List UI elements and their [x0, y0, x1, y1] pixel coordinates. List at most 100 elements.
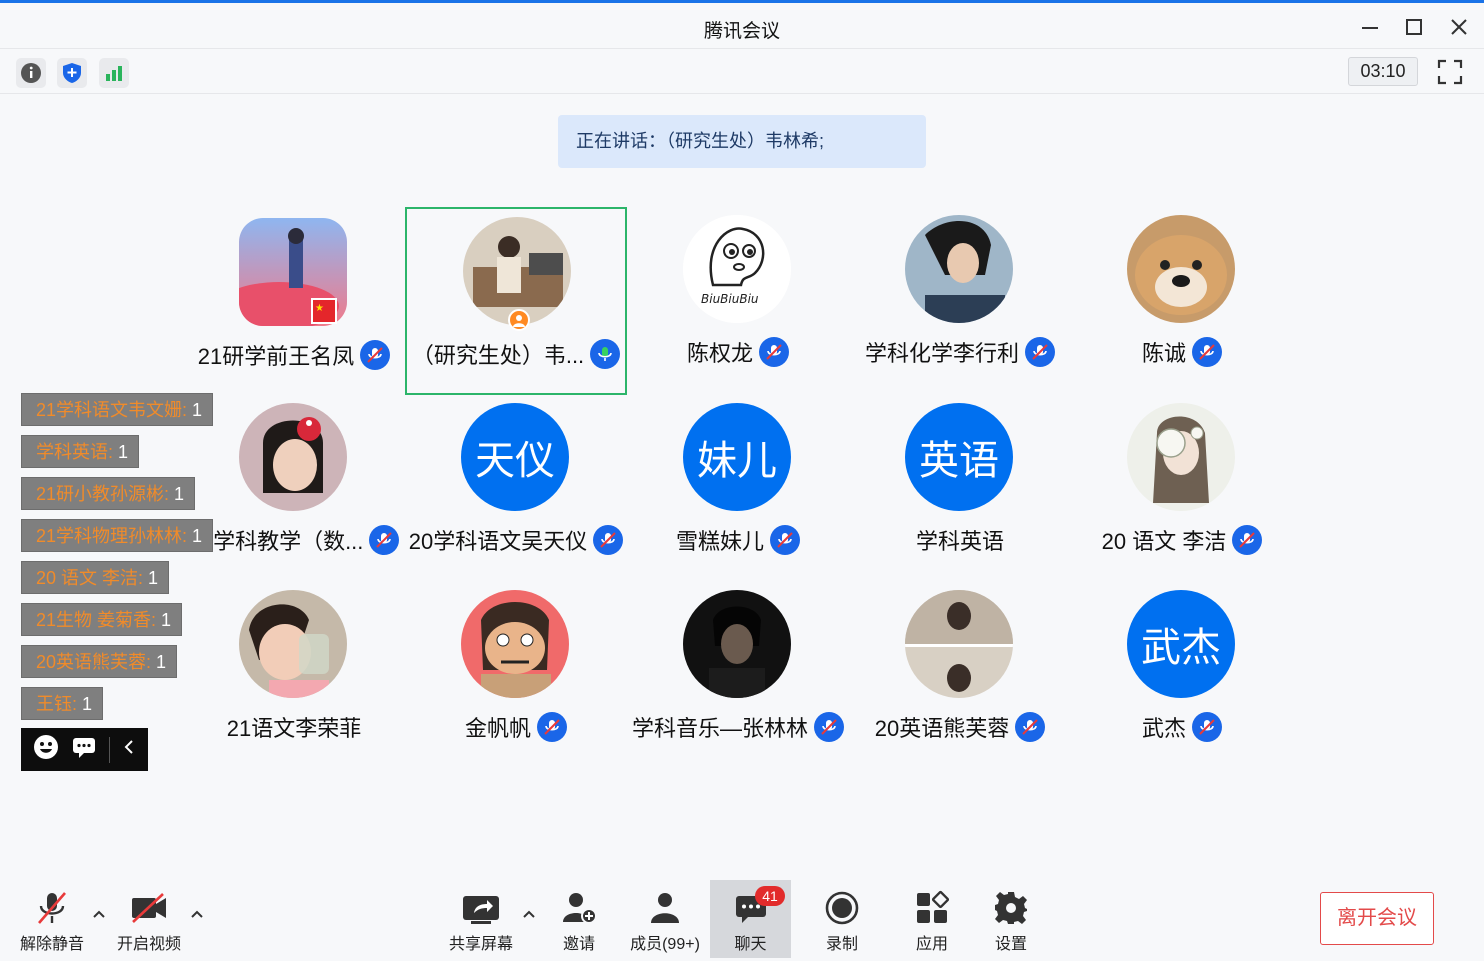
emoji-button[interactable]	[33, 734, 59, 765]
mic-muted-icon	[759, 337, 789, 367]
participant-name: 学科化学李行利	[864, 341, 1019, 366]
participant-name: 21研学前王名凤	[197, 344, 355, 369]
maximize-button[interactable]	[1400, 13, 1428, 41]
apps-button[interactable]: 应用	[906, 880, 958, 958]
title-bar: 腾讯会议	[0, 3, 1484, 49]
avatar-cartoon-icon: BiuBiuBiu	[683, 215, 791, 323]
mic-muted-icon	[770, 525, 800, 555]
chevron-up-icon	[191, 910, 203, 918]
chat-tag[interactable]: 王钰: 1	[21, 687, 104, 720]
maximize-icon	[1406, 19, 1422, 35]
participant-tile[interactable]: 陈诚	[1071, 207, 1293, 395]
avatar-photo-icon	[1127, 403, 1235, 511]
avatar	[905, 590, 1013, 698]
members-button[interactable]: 成员(99+)	[624, 880, 706, 958]
participant-tile[interactable]: 学科化学李行利	[849, 207, 1071, 395]
participant-tile[interactable]: 英语 学科英语	[849, 395, 1071, 583]
gear-icon	[995, 892, 1027, 924]
speaking-banner: 正在讲话：（研究生处）韦林希;	[558, 115, 926, 168]
chat-tag[interactable]: 21学科语文韦文姗: 1	[21, 393, 214, 426]
country-flag-icon: ★	[311, 298, 337, 324]
avatar-initials: 天仪	[461, 403, 569, 511]
add-user-icon	[563, 893, 597, 924]
participant-tile-active-speaker[interactable]: （研究生处）韦...	[405, 207, 627, 395]
chat-tag[interactable]: 20英语熊芙蓉: 1	[21, 645, 178, 678]
avatar	[239, 590, 347, 698]
chat-tag[interactable]: 学科英语: 1	[21, 435, 140, 468]
divider	[109, 736, 110, 763]
avatar-photo-icon	[905, 590, 1013, 698]
participant-tile[interactable]: 金帆帆	[405, 582, 627, 770]
close-button[interactable]	[1445, 13, 1473, 41]
mic-muted-icon	[1192, 337, 1222, 367]
avatar-cartoon-icon	[461, 590, 569, 698]
share-screen-button[interactable]: 共享屏幕	[444, 880, 518, 958]
unmute-button[interactable]: 解除静音	[16, 880, 88, 958]
chat-tag[interactable]: 20 语文 李洁: 1	[21, 561, 170, 594]
settings-button[interactable]: 设置	[985, 880, 1037, 958]
avatar: BiuBiuBiu	[683, 215, 791, 323]
avatar-initials: 英语	[905, 403, 1013, 511]
chat-danmu-controls	[21, 728, 148, 771]
signal-icon	[106, 66, 122, 81]
svg-text:BiuBiuBiu: BiuBiuBiu	[701, 292, 759, 306]
mic-muted-icon	[1192, 712, 1222, 742]
participant-tile[interactable]: 21学科教学（数...	[183, 395, 405, 583]
record-button[interactable]: 录制	[815, 880, 869, 958]
participant-name: 陈诚	[1141, 341, 1186, 366]
fullscreen-button[interactable]	[1436, 58, 1464, 86]
leave-meeting-button[interactable]: 离开会议	[1320, 892, 1434, 945]
chat-bubble-icon	[73, 738, 95, 758]
chevron-up-icon	[523, 910, 535, 918]
chat-tag[interactable]: 21研小教孙源彬: 1	[21, 477, 196, 510]
minimize-button[interactable]	[1356, 13, 1384, 41]
participant-tile[interactable]: 妹儿 雪糕妹儿	[627, 395, 849, 583]
fullscreen-icon	[1437, 59, 1463, 85]
host-badge-icon	[508, 309, 530, 331]
avatar-photo-icon	[239, 403, 347, 511]
participant-tile[interactable]: 20英语熊芙蓉	[849, 582, 1071, 770]
participant-name: （研究生处）韦...	[411, 343, 585, 368]
participant-tile[interactable]: 21语文李荣菲	[183, 582, 405, 770]
audio-options-caret[interactable]	[92, 906, 106, 924]
avatar-photo-icon	[239, 590, 347, 698]
record-icon	[825, 891, 859, 925]
invite-button[interactable]: 邀请	[553, 880, 605, 958]
camera-off-icon	[132, 893, 166, 923]
avatar	[461, 590, 569, 698]
emoji-icon	[34, 735, 58, 759]
share-screen-icon	[463, 896, 499, 924]
avatar	[1127, 403, 1235, 511]
avatar-initials: 武杰	[1127, 590, 1235, 698]
avatar-photo-icon	[905, 215, 1013, 323]
avatar-dog-icon	[1127, 215, 1235, 323]
participant-tile[interactable]: 武杰 武杰	[1071, 582, 1293, 770]
info-button[interactable]	[16, 58, 46, 88]
shield-icon	[63, 63, 81, 83]
participant-name: 学科音乐—张林林	[631, 716, 808, 741]
start-video-button[interactable]: 开启视频	[112, 880, 186, 958]
chat-tag[interactable]: 21学科物理孙林林: 1	[21, 519, 214, 552]
svg-text:★: ★	[315, 303, 324, 314]
network-status-button[interactable]	[99, 58, 129, 88]
participant-name: 20英语熊芙蓉	[874, 716, 1010, 741]
meeting-info-bar: 03:10	[0, 50, 1484, 94]
minimize-icon	[1362, 27, 1378, 29]
avatar-initials: 妹儿	[683, 403, 791, 511]
chat-tag[interactable]: 21生物 姜菊香: 1	[21, 603, 183, 636]
participant-tile[interactable]: 学科音乐—张林林	[627, 582, 849, 770]
meeting-timer: 03:10	[1348, 57, 1418, 86]
collapse-button[interactable]	[122, 738, 136, 761]
avatar	[683, 590, 791, 698]
security-button[interactable]	[57, 58, 87, 88]
participant-tile[interactable]: 天仪 20学科语文吴天仪	[405, 395, 627, 583]
chat-unread-badge: 41	[755, 886, 785, 906]
mic-off-icon	[38, 892, 66, 924]
share-options-caret[interactable]	[522, 906, 536, 924]
participant-tile[interactable]: BiuBiuBiu 陈权龙	[627, 207, 849, 395]
participant-tile[interactable]: ★ 21研学前王名凤	[183, 210, 405, 398]
participant-tile[interactable]: 20 语文 李洁	[1071, 395, 1293, 583]
participant-name: 金帆帆	[464, 716, 531, 741]
video-options-caret[interactable]	[190, 906, 204, 924]
chat-bubble-button[interactable]	[71, 734, 97, 765]
